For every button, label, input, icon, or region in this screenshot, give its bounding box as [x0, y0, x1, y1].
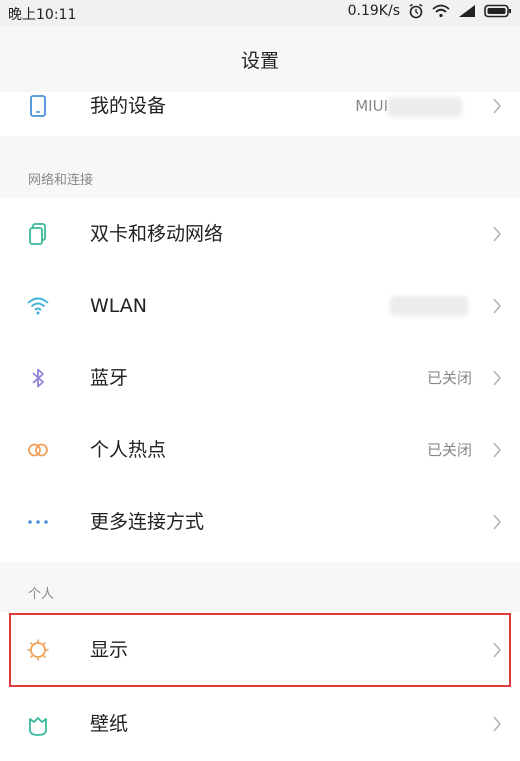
bluetooth-icon — [32, 368, 44, 388]
settings-row-wlan[interactable]: WLAN — [0, 270, 520, 342]
page-title: 设置 — [240, 50, 279, 72]
row-label: 壁纸 — [90, 713, 129, 735]
alarm-icon — [409, 3, 423, 19]
settings-row-hotspot[interactable]: 个人热点 已关闭 — [0, 414, 520, 486]
row-label: 蓝牙 — [90, 367, 129, 389]
settings-row-bluetooth[interactable]: 蓝牙 已关闭 — [0, 342, 520, 414]
title-bar: 设置 — [0, 26, 520, 92]
chevron-right-icon — [493, 226, 502, 242]
chevron-right-icon — [493, 370, 502, 386]
chevron-right-icon — [493, 716, 502, 732]
row-label: 双卡和移动网络 — [90, 223, 224, 245]
settings-row-dual-sim[interactable]: 双卡和移动网络 — [0, 198, 520, 270]
settings-row-my-device[interactable]: 我的设备 MIUI — [0, 92, 520, 136]
row-label: 个人热点 — [90, 439, 167, 461]
row-value: 已关闭 — [426, 441, 472, 459]
row-value: 已关闭 — [426, 369, 472, 387]
sim-cards-icon — [29, 223, 46, 245]
row-label: 我的设备 — [90, 95, 167, 117]
wifi-icon — [27, 297, 49, 315]
network-group: 双卡和移动网络 WLAN 蓝牙 已关闭 个人热点 已关闭 更多连接方式 — [0, 198, 520, 562]
chevron-right-icon — [493, 298, 502, 314]
redacted-area — [390, 296, 468, 316]
status-time: 晚上10:11 — [8, 7, 77, 23]
phone-icon — [30, 95, 46, 117]
more-dots-icon — [28, 520, 48, 524]
hotspot-icon — [28, 443, 48, 457]
redacted-area — [388, 97, 462, 117]
chevron-right-icon — [493, 442, 502, 458]
settings-row-more-connections[interactable]: 更多连接方式 — [0, 486, 520, 558]
network-speed: 0.19K/s — [347, 3, 400, 19]
highlight-box — [9, 613, 511, 687]
status-bar: 晚上10:11 0.19K/s — [0, 0, 520, 26]
signal-icon — [459, 5, 475, 17]
settings-row-wallpaper[interactable]: 壁纸 — [0, 688, 520, 760]
battery-icon — [484, 4, 511, 18]
chevron-right-icon — [493, 514, 502, 530]
row-label: WLAN — [90, 295, 148, 317]
device-group: 我的设备 MIUI — [0, 92, 520, 136]
section-header-network: 网络和连接 — [0, 146, 520, 198]
chevron-right-icon — [493, 98, 502, 114]
row-value: MIUI — [355, 97, 388, 115]
section-header-personal: 个人 — [0, 572, 520, 612]
row-label: 更多连接方式 — [90, 511, 205, 533]
wallpaper-icon — [29, 717, 47, 736]
wifi-status-icon — [432, 4, 450, 18]
